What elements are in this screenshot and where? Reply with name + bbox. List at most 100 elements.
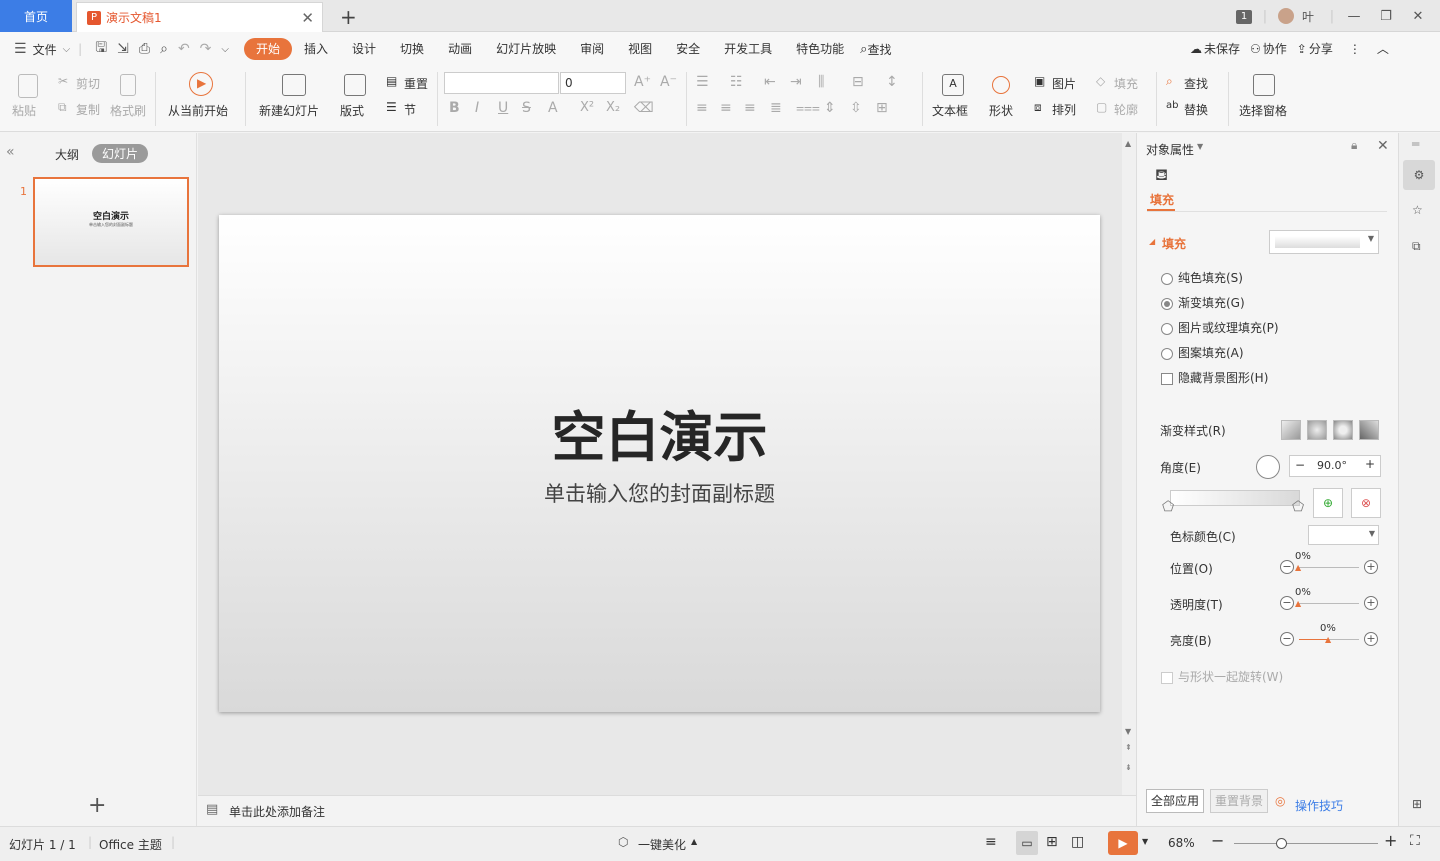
tab-animation[interactable]: 动画 (436, 38, 484, 60)
unsaved-status[interactable]: 未保存 (1204, 40, 1240, 57)
reset-button[interactable]: 重置 (404, 75, 428, 92)
scroll-up-icon[interactable]: ▲ (1125, 139, 1131, 148)
zoom-level[interactable]: 68% (1168, 836, 1195, 850)
shape-gallery-icon[interactable]: ⧉ (1412, 239, 1421, 254)
restore-icon[interactable]: ❐ (1370, 9, 1402, 24)
align-center-icon[interactable]: ≡ (720, 100, 732, 116)
position-plus-button[interactable]: + (1364, 560, 1378, 574)
sidebar-collapse-icon[interactable]: ═ (1412, 137, 1419, 151)
notes-area[interactable]: ▤ 单击此处添加备注 (198, 795, 1136, 825)
radio-pattern-fill[interactable]: 图案填充(A) (1161, 344, 1244, 361)
tab-view[interactable]: 视图 (616, 38, 664, 60)
stop-color-select[interactable]: ▼ (1308, 525, 1379, 545)
save-icon[interactable]: 🖫 (90, 37, 112, 61)
shape-button[interactable]: 形状 (989, 102, 1013, 119)
zoom-thumb[interactable] (1276, 838, 1287, 849)
gradient-path-icon[interactable] (1359, 420, 1379, 440)
print-icon[interactable]: ⎙ (134, 41, 155, 57)
position-slider[interactable] (1299, 567, 1359, 568)
replace-icon[interactable]: ab (1166, 100, 1178, 111)
user-avatar[interactable] (1270, 8, 1302, 24)
play-options-icon[interactable]: ▼ (1142, 837, 1148, 846)
justify-icon[interactable]: ≣ (770, 100, 782, 116)
layout-button[interactable]: 版式 (340, 102, 364, 119)
tab-document[interactable]: P 演示文稿1 ✕ (76, 2, 323, 32)
slide-subtitle[interactable]: 单击输入您的封面副标题 (219, 478, 1100, 508)
fill-bucket-icon[interactable]: ⛾ (1155, 165, 1168, 186)
paste-icon[interactable] (18, 74, 38, 98)
tab-features[interactable]: 特色功能 (784, 38, 856, 60)
select-pane-icon[interactable] (1253, 74, 1275, 96)
customize-icon[interactable]: ⌵ (216, 44, 234, 55)
fill-button[interactable]: 填充 (1114, 75, 1138, 92)
prev-slide-icon[interactable]: ⇞ (1125, 743, 1132, 752)
share-button[interactable]: 分享 (1309, 40, 1333, 57)
textbox-button[interactable]: 文本框 (932, 102, 968, 119)
radio-solid-fill[interactable]: 纯色填充(S) (1161, 269, 1243, 286)
sorter-view-icon[interactable]: ⊞ (1046, 834, 1058, 850)
text-direction-icon[interactable]: ⫼ (818, 74, 824, 90)
file-menu[interactable]: 文件 (33, 41, 57, 58)
tab-transition[interactable]: 切换 (388, 38, 436, 60)
collapse-ribbon-icon[interactable]: ︿ (1377, 40, 1389, 57)
copy-icon[interactable]: ⧉ (58, 100, 67, 115)
tab-start[interactable]: 开始 (244, 38, 293, 60)
section-icon[interactable]: ☰ (386, 100, 397, 114)
from-current-button[interactable]: 从当前开始 (168, 102, 228, 119)
slide-title[interactable]: 空白演示 (219, 393, 1100, 472)
angle-stepper[interactable]: − 90.0° + (1289, 455, 1381, 477)
hide-bg-checkbox[interactable]: 隐藏背景图形(H) (1161, 369, 1268, 386)
search-icon[interactable]: ⌕ (860, 42, 867, 57)
star-pin-icon[interactable]: ☆ (1412, 203, 1423, 217)
export-icon[interactable]: ⇲ (112, 41, 134, 57)
position-minus-button[interactable]: − (1280, 560, 1294, 574)
tab-slides[interactable]: 幻灯片 (92, 144, 149, 163)
add-slide-button[interactable]: + (88, 793, 106, 818)
tab-review[interactable]: 审阅 (568, 38, 616, 60)
beautify-button[interactable]: 一键美化 (638, 836, 686, 853)
slide-thumbnail[interactable]: 空白演示 单击输入您的封面副标题 (33, 177, 189, 267)
theme-name[interactable]: Office 主题 (99, 836, 162, 853)
clear-format-icon[interactable]: ⌫ (634, 100, 654, 116)
header-dropdown-icon[interactable]: ▼ (1197, 142, 1203, 151)
tips-link[interactable]: 操作技巧 (1295, 797, 1343, 814)
vertical-scrollbar[interactable]: ▲ ▼ ⇞ ⇟ (1122, 133, 1136, 795)
line-spacing-icon[interactable]: ↕ (886, 74, 898, 90)
hamburger-icon[interactable]: ☰ (14, 41, 27, 57)
gradient-stop-right[interactable]: ⬠ (1292, 499, 1304, 515)
numbering-icon[interactable]: ☷ (730, 74, 743, 90)
arrange-button[interactable]: 排列 (1052, 101, 1076, 118)
paragraph-spacing-icon[interactable]: ⇕ (824, 100, 836, 116)
minimize-icon[interactable]: — (1338, 9, 1370, 24)
angle-value[interactable]: 90.0° (1317, 459, 1347, 472)
new-slide-button[interactable]: 新建幻灯片 (259, 102, 319, 119)
collapse-panel-icon[interactable]: « (6, 144, 15, 160)
increase-font-icon[interactable]: A⁺ (634, 74, 651, 90)
underline-icon[interactable]: U (498, 100, 508, 116)
picture-button[interactable]: 图片 (1052, 75, 1076, 92)
paragraph-settings-icon[interactable]: ⊞ (876, 100, 888, 116)
fill-preset-select[interactable]: ▼ (1269, 230, 1379, 254)
format-painter-icon[interactable] (120, 74, 136, 96)
notes-toggle-icon[interactable]: ≡ (985, 834, 997, 850)
align-text-icon[interactable]: ⊟ (852, 74, 864, 90)
brightness-thumb[interactable]: ▲ (1325, 635, 1331, 644)
reading-view-icon[interactable]: ◫ (1071, 834, 1084, 850)
brightness-plus-button[interactable]: + (1364, 632, 1378, 646)
font-color-icon[interactable]: A (548, 100, 558, 116)
fill-icon[interactable]: ◇ (1096, 74, 1105, 88)
angle-plus-button[interactable]: + (1365, 457, 1375, 471)
panel-header[interactable]: 对象属性 (1146, 141, 1194, 158)
new-tab-button[interactable]: + (340, 5, 357, 29)
window-count-badge[interactable]: 1 (1228, 8, 1260, 24)
search-label[interactable]: 查找 (867, 41, 891, 58)
bold-icon[interactable]: B (449, 100, 460, 116)
columns-icon[interactable]: ⇳ (850, 100, 862, 116)
select-pane-button[interactable]: 选择窗格 (1239, 102, 1287, 119)
close-tab-icon[interactable]: ✕ (301, 9, 314, 27)
delete-stop-button[interactable]: ⊗ (1351, 488, 1381, 518)
reset-background-button[interactable]: 重置背景 (1210, 789, 1269, 813)
gradient-stop-left[interactable]: ⬠ (1162, 499, 1174, 515)
layout-icon[interactable] (344, 74, 366, 96)
font-family-select[interactable] (444, 72, 559, 94)
